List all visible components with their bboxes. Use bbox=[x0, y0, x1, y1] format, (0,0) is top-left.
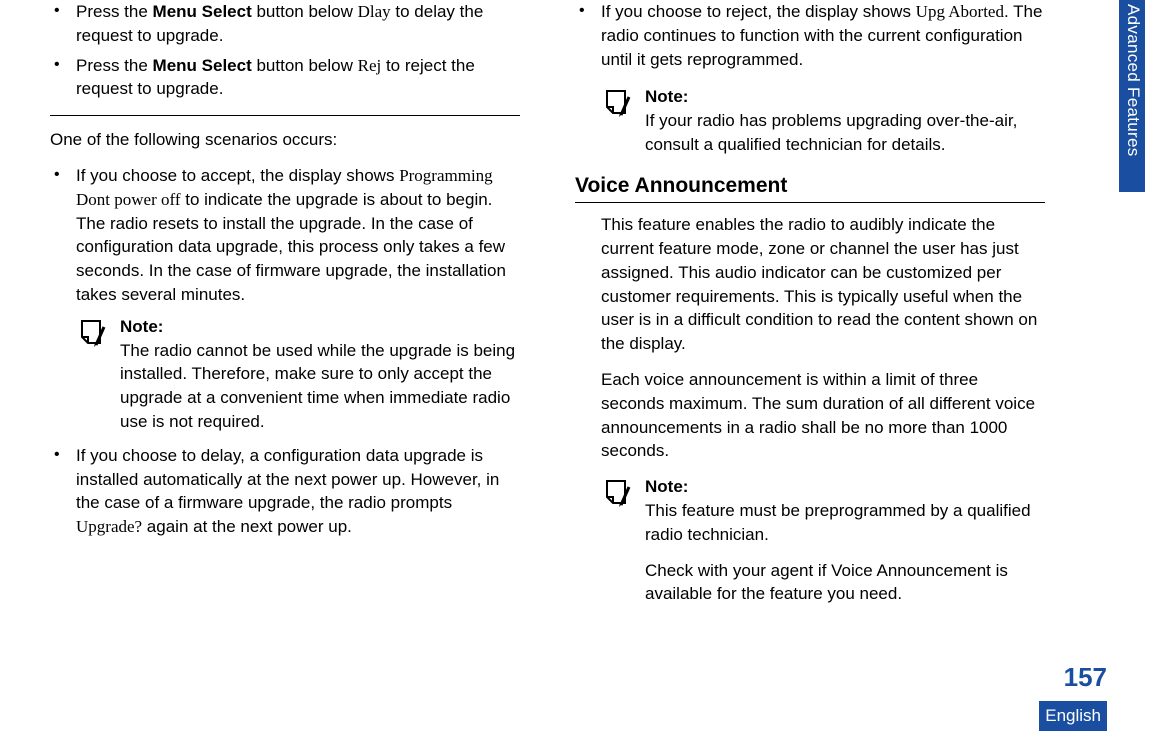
note-label: Note: bbox=[645, 475, 1045, 499]
note-icon bbox=[76, 317, 110, 351]
note-label: Note: bbox=[120, 315, 520, 339]
menu-select-label: Menu Select bbox=[153, 56, 252, 75]
note-text: Check with your agent if Voice Announcem… bbox=[645, 559, 1045, 607]
divider bbox=[50, 115, 520, 116]
note-text: If your radio has problems upgrading ove… bbox=[645, 111, 1017, 154]
dlay-label: Dlay bbox=[358, 2, 391, 21]
upgrade-prompt: Upgrade? bbox=[76, 517, 142, 536]
list-item: Press the Menu Select button below Dlay … bbox=[50, 0, 520, 48]
text: If you choose to reject, the display sho… bbox=[601, 2, 916, 21]
section-body: This feature enables the radio to audibl… bbox=[575, 213, 1045, 618]
scenario-list-cont: If you choose to reject, the display sho… bbox=[575, 0, 1045, 71]
language-label: English bbox=[1039, 701, 1107, 731]
note-icon bbox=[601, 87, 635, 121]
list-item: If you choose to delay, a configuration … bbox=[50, 444, 520, 539]
text: If you choose to accept, the display sho… bbox=[76, 166, 399, 185]
note-text: This feature must be preprogrammed by a … bbox=[645, 499, 1045, 547]
note-content: Note: If your radio has problems upgradi… bbox=[645, 85, 1045, 156]
note-label: Note: bbox=[645, 85, 1045, 109]
menu-select-label: Menu Select bbox=[153, 2, 252, 21]
left-column: Press the Menu Select button below Dlay … bbox=[50, 0, 520, 628]
text: button below bbox=[252, 2, 358, 21]
note-text: The radio cannot be used while the upgra… bbox=[120, 341, 515, 431]
text: button below bbox=[252, 56, 358, 75]
note-block: Note: If your radio has problems upgradi… bbox=[575, 85, 1045, 156]
action-list: Press the Menu Select button below Dlay … bbox=[50, 0, 520, 101]
note-content: Note: The radio cannot be used while the… bbox=[120, 315, 520, 434]
section-title: Voice Announcement bbox=[575, 171, 1045, 203]
scenario-list: If you choose to accept, the display sho… bbox=[50, 164, 520, 539]
text: Press the bbox=[76, 56, 153, 75]
upg-aborted-msg: Upg Aborted bbox=[916, 2, 1004, 21]
note-icon bbox=[601, 477, 635, 511]
text: again at the next power up. bbox=[142, 517, 352, 536]
list-item: If you choose to accept, the display sho… bbox=[50, 164, 520, 434]
page-number: 157 bbox=[1064, 659, 1107, 695]
paragraph: This feature enables the radio to audibl… bbox=[601, 213, 1045, 356]
text: If you choose to delay, a configuration … bbox=[76, 446, 499, 513]
right-column: If you choose to reject, the display sho… bbox=[575, 0, 1045, 628]
side-tab: Advanced Features bbox=[1119, 0, 1145, 192]
list-item: If you choose to reject, the display sho… bbox=[575, 0, 1045, 71]
note-block: Note: The radio cannot be used while the… bbox=[76, 315, 520, 434]
note-block: Note: This feature must be preprogrammed… bbox=[601, 475, 1045, 618]
scenario-intro: One of the following scenarios occurs: bbox=[50, 128, 520, 152]
paragraph: Each voice announcement is within a limi… bbox=[601, 368, 1045, 463]
note-content: Note: This feature must be preprogrammed… bbox=[645, 475, 1045, 618]
list-item: Press the Menu Select button below Rej t… bbox=[50, 54, 520, 102]
text: Press the bbox=[76, 2, 153, 21]
rej-label: Rej bbox=[358, 56, 382, 75]
